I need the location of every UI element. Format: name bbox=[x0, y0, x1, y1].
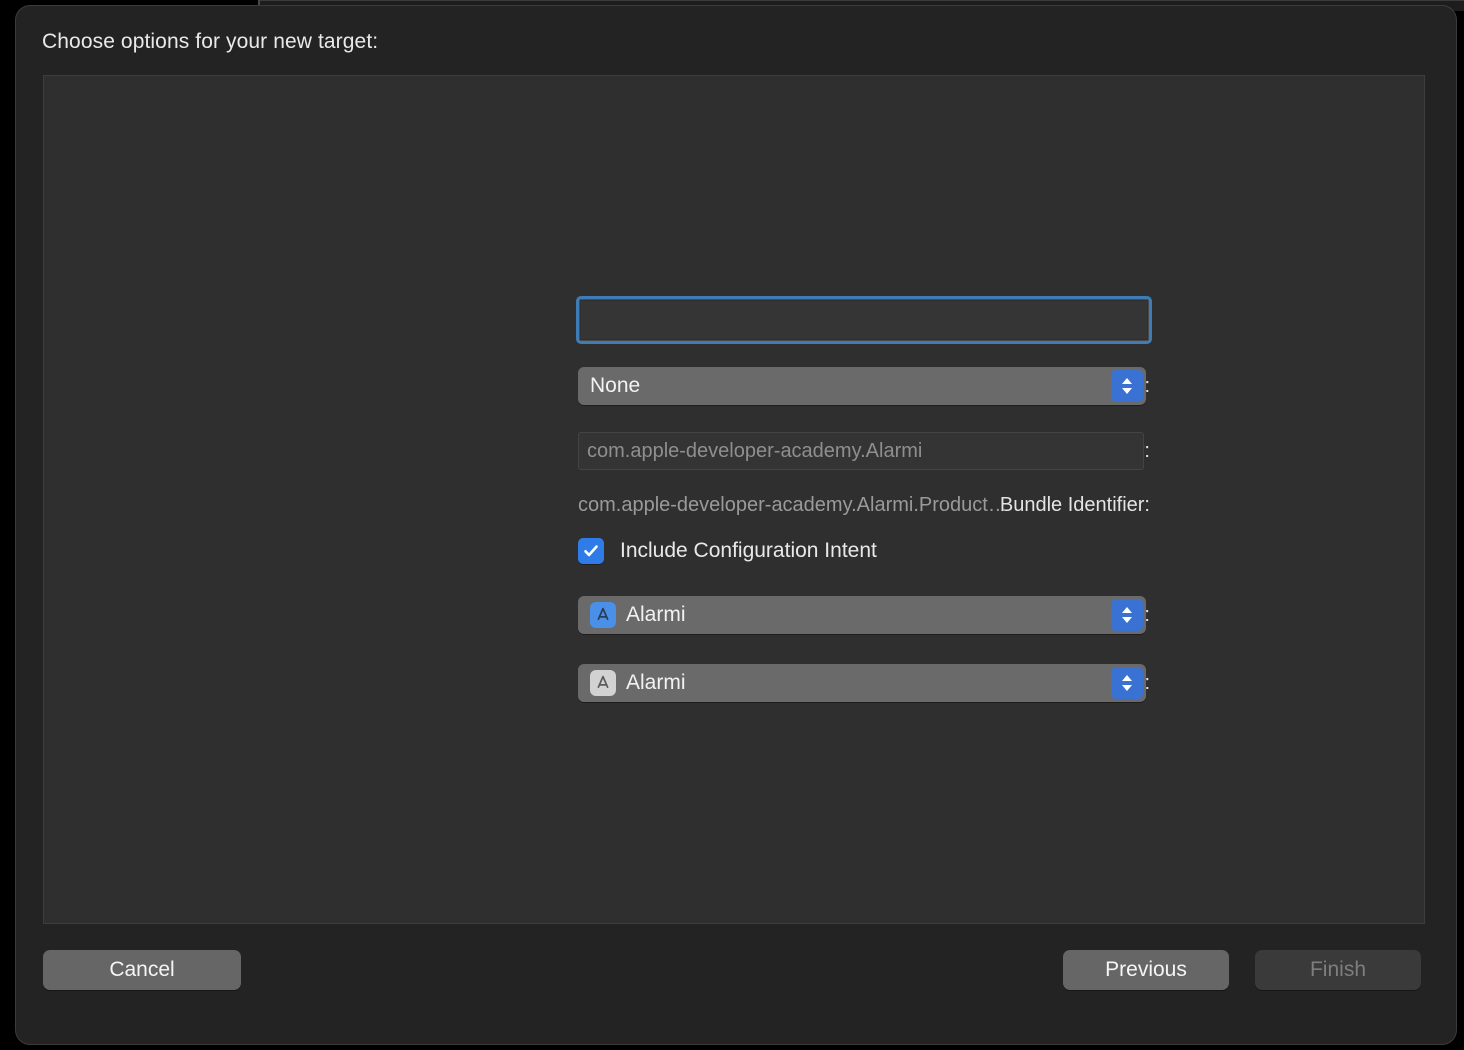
target-options-form: Product Name: Team: None bbox=[44, 76, 1424, 923]
xcode-project-icon bbox=[590, 602, 616, 628]
options-panel: Product Name: Team: None bbox=[43, 75, 1425, 924]
project-popup-value: Alarmi bbox=[626, 603, 686, 626]
row-product-name: Product Name: bbox=[44, 296, 1164, 344]
include-configuration-intent-label: Include Configuration Intent bbox=[620, 539, 877, 562]
project-field-wrap: Alarmi bbox=[578, 596, 1146, 634]
include-configuration-intent-row[interactable]: Include Configuration Intent bbox=[578, 538, 877, 564]
previous-button[interactable]: Previous bbox=[1063, 950, 1229, 990]
project-popup-button[interactable]: Alarmi bbox=[578, 596, 1146, 634]
product-name-input[interactable] bbox=[576, 296, 1152, 344]
embed-in-application-field-wrap: Alarmi bbox=[578, 664, 1146, 702]
sheet-title: Choose options for your new target: bbox=[42, 30, 379, 53]
include-configuration-intent-checkbox[interactable] bbox=[578, 538, 604, 564]
desktop-backdrop bbox=[0, 0, 16, 1050]
chevron-up-down-icon[interactable] bbox=[1111, 667, 1143, 699]
team-popup-value: None bbox=[590, 374, 641, 397]
organization-identifier-field-wrap bbox=[578, 432, 1144, 470]
bundle-identifier-value-wrap: com.apple-developer-academy.Alarmi.Produ… bbox=[578, 486, 1008, 524]
row-organization-identifier: Organization Identifier: bbox=[44, 429, 1164, 473]
screen: Choose options for your new target: Prod… bbox=[0, 0, 1464, 1050]
new-target-options-sheet: Choose options for your new target: Prod… bbox=[16, 6, 1456, 1044]
row-team: Team: None bbox=[44, 364, 1164, 408]
row-project: Project: Alarmi bbox=[44, 593, 1164, 637]
finish-button: Finish bbox=[1255, 950, 1421, 990]
bundle-identifier-value: com.apple-developer-academy.Alarmi.Produ… bbox=[578, 494, 1008, 516]
checkmark-icon bbox=[584, 545, 598, 557]
application-icon bbox=[590, 670, 616, 696]
embed-in-application-popup-value: Alarmi bbox=[626, 671, 686, 694]
product-name-field-wrap bbox=[576, 296, 1152, 344]
row-bundle-identifier: Bundle Identifier: com.apple-developer-a… bbox=[44, 483, 1164, 527]
chevron-up-down-icon[interactable] bbox=[1111, 599, 1143, 631]
row-embed-in-application: Embed in Application: Alarmi bbox=[44, 661, 1164, 705]
cancel-button[interactable]: Cancel bbox=[43, 950, 241, 990]
team-field-wrap: None bbox=[578, 367, 1146, 405]
chevron-up-down-icon[interactable] bbox=[1111, 370, 1143, 402]
organization-identifier-input[interactable] bbox=[578, 432, 1144, 470]
embed-in-application-popup-button[interactable]: Alarmi bbox=[578, 664, 1146, 702]
team-popup-button[interactable]: None bbox=[578, 367, 1146, 405]
